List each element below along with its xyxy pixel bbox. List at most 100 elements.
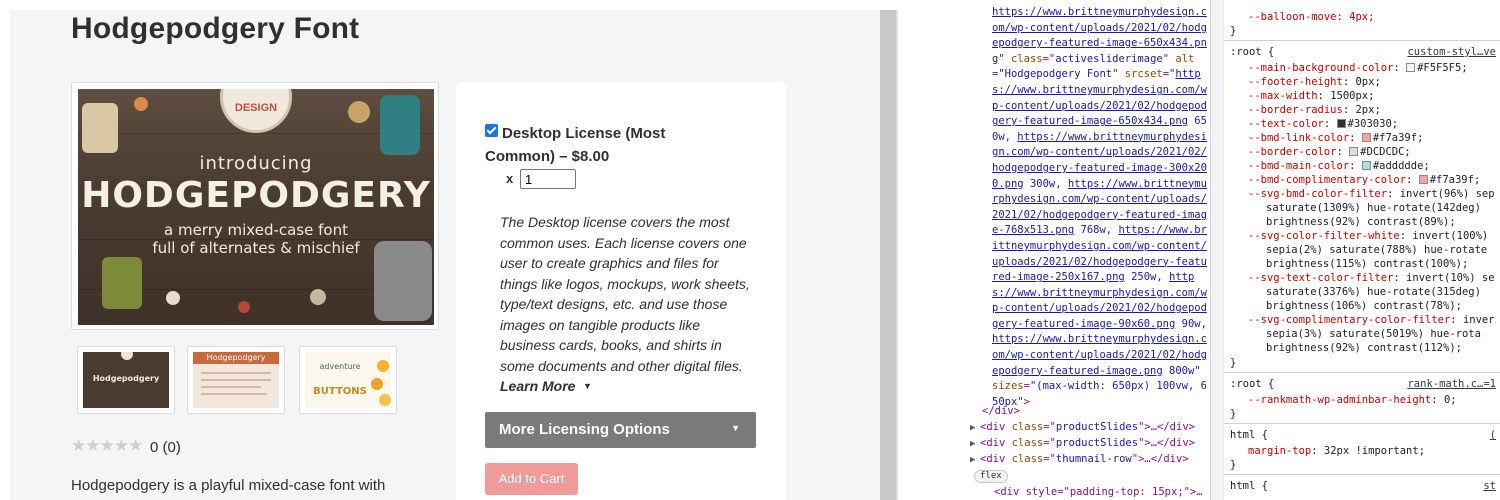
- css-prop-svg-bmd-color-filter[interactable]: --svg-bmd-color-filter: invert(96%) sep: [1248, 187, 1495, 201]
- css-value-line: sepia(3%) saturate(5019%) hue-rota: [1266, 328, 1481, 340]
- css-prop-max-width[interactable]: --max-width: 1500px;: [1248, 89, 1374, 103]
- thumbnail-2[interactable]: Hodgepodgery: [187, 346, 285, 414]
- image-tagline-2: full of alternates & mischief: [152, 239, 360, 257]
- button-decoration: [348, 101, 370, 123]
- license-panel: Desktop License (Most Common) – $8.00 x …: [456, 82, 786, 500]
- button-decoration: [166, 291, 180, 305]
- color-swatch-icon[interactable]: [1336, 119, 1346, 128]
- css-value-line: sepia(2%) saturate(788%) hue-rotate: [1266, 244, 1488, 256]
- thumbnail-3-subtext: BUTTONS: [313, 386, 367, 397]
- css-prop-border-radius[interactable]: --border-radius: 2px;: [1248, 103, 1381, 117]
- webpage-viewport: Hodgepodgery Font DESIGN introducing HOD…: [0, 0, 898, 500]
- image-headline-font-name: HODGEPODGERY: [81, 175, 431, 216]
- page-scrollbar[interactable]: [880, 10, 896, 500]
- srcset-attr-name: srcset: [1124, 68, 1163, 81]
- css-value-line: brightness(92%) contrast(112%);: [1266, 342, 1462, 354]
- css-value-line: saturate(3376%) hue-rotate(315deg): [1266, 286, 1481, 298]
- more-licensing-options-dropdown[interactable]: More Licensing Options ▼: [485, 412, 756, 448]
- devtools-pane-divider[interactable]: [1210, 0, 1224, 500]
- css-prop-footer-height[interactable]: --footer-height: 0px;: [1248, 75, 1381, 89]
- stylesheet-source-link[interactable]: (: [1490, 428, 1496, 442]
- devtools-panel: https://www.brittneymurphydesign.com/wp-…: [898, 0, 1500, 500]
- main-product-image[interactable]: DESIGN introducing HODGEPODGERY a merry …: [78, 89, 434, 325]
- css-prop-border-color[interactable]: --border-color: #DCDCDC;: [1248, 145, 1411, 159]
- rating-stars[interactable]: ★★★★★: [71, 436, 143, 456]
- thumbnail-3[interactable]: adventure BUTTONS: [299, 346, 397, 414]
- css-prop-bmd-link-color[interactable]: --bmd-link-color: #f7a39f;: [1248, 131, 1423, 145]
- alt-attr-value[interactable]: Hodgepodgery Font: [1005, 68, 1112, 80]
- balloon-move-prop[interactable]: --balloon-move: 4px;: [1248, 10, 1374, 24]
- img-element-node[interactable]: https://www.brittneymurphydesign.com/wp-…: [992, 5, 1208, 410]
- quantity-prefix: x: [506, 171, 514, 186]
- dom-node-thumbnail-row[interactable]: ▶ <div class="thumnail-row">…</div>: [970, 452, 1189, 469]
- css-value-line: brightness(115%) contrast(100%);: [1266, 258, 1469, 270]
- flex-badge[interactable]: flex: [974, 470, 1008, 483]
- rule-close-brace: }: [1230, 408, 1237, 420]
- button-decoration: [238, 301, 250, 313]
- css-prop-main-background-color[interactable]: --main-background-color: #F5F5F5;: [1248, 61, 1468, 75]
- rule-close-brace: }: [1230, 25, 1237, 37]
- css-prop-svg-complimentary-color-filter[interactable]: --svg-complimentary-color-filter: inver: [1248, 313, 1495, 327]
- class-attr-name: class: [1010, 52, 1043, 65]
- expand-triangle-icon[interactable]: ▶: [970, 421, 980, 437]
- color-swatch-icon[interactable]: [1361, 161, 1371, 170]
- spool-decoration: [102, 257, 142, 309]
- image-headline-intro: introducing: [199, 153, 313, 174]
- dom-node-padding-div[interactable]: <div style="padding-top: 15px;">…: [994, 486, 1203, 498]
- caret-down-icon[interactable]: ▼: [583, 381, 592, 391]
- css-prop-bmd-complimentary-color[interactable]: --bmd-complimentary-color: #f7a39f;: [1248, 173, 1480, 187]
- brand-logo-badge: DESIGN: [220, 89, 292, 133]
- thumbnail-1[interactable]: Hodgepodgery: [77, 346, 175, 414]
- css-prop-rankmath-adminbar-height[interactable]: --rankmath-wp-adminbar-height: 0;: [1248, 393, 1457, 407]
- rating-count: 0 (0): [150, 439, 181, 456]
- color-swatch-icon[interactable]: [1418, 175, 1428, 184]
- product-description: Hodgepodgery is a playful mixed-case fon…: [71, 477, 386, 494]
- sizes-attr-name: sizes: [992, 380, 1024, 393]
- rule-separator: [1224, 40, 1500, 41]
- stylesheet-source-link[interactable]: rank-math.c…=1: [1407, 377, 1496, 391]
- thumbnail-2-text: Hodgepodgery: [206, 353, 266, 362]
- color-swatch-icon[interactable]: [1361, 133, 1371, 142]
- color-swatch-icon[interactable]: [1406, 63, 1416, 72]
- learn-more-link[interactable]: Learn More: [500, 378, 575, 394]
- desktop-license-label[interactable]: Desktop License (Most Common) – $8.00: [485, 122, 695, 168]
- css-value-line: saturate(1309%) hue-rotate(142deg): [1266, 202, 1481, 214]
- styles-pane[interactable]: --balloon-move: 4px; } :root { custom-st…: [1224, 0, 1500, 500]
- rule-separator: [1224, 372, 1500, 373]
- image-tagline-1: a merry mixed-case font: [164, 221, 348, 239]
- expand-triangle-icon[interactable]: ▶: [970, 453, 980, 469]
- class-attr-value[interactable]: activesliderimage: [1055, 53, 1162, 65]
- root-selector[interactable]: :root {: [1230, 45, 1274, 59]
- css-prop-margin-top[interactable]: margin-top: 32px !important;: [1248, 444, 1425, 458]
- brand-logo-text: DESIGN: [234, 102, 278, 114]
- html-selector-2[interactable]: html {: [1230, 479, 1268, 493]
- srcset-width-3: 768w,: [1080, 224, 1113, 237]
- stylesheet-source-link[interactable]: st: [1483, 479, 1496, 493]
- expand-triangle-icon[interactable]: ▶: [970, 437, 980, 453]
- main-product-image-frame[interactable]: DESIGN introducing HODGEPODGERY a merry …: [71, 82, 439, 330]
- add-to-cart-button[interactable]: Add to Cart: [485, 463, 578, 495]
- dom-node-productslides-2[interactable]: ▶ <div class="productSlides">…</div>: [970, 436, 1195, 453]
- color-swatch-icon[interactable]: [1349, 147, 1359, 156]
- rankmath-root-selector[interactable]: :root {: [1230, 377, 1274, 391]
- closing-div-tag[interactable]: </div>: [982, 404, 1020, 420]
- more-licensing-options-label: More Licensing Options: [499, 421, 670, 438]
- srcset-width-4: 250w,: [1131, 271, 1163, 284]
- stylesheet-source-link[interactable]: custom-styl…ve: [1407, 45, 1496, 59]
- srcset-width-6: 800w: [1169, 364, 1195, 377]
- dom-node-productslides-1[interactable]: ▶ <div class="productSlides">…</div>: [970, 420, 1195, 437]
- elements-tree[interactable]: https://www.brittneymurphydesign.com/wp-…: [898, 0, 1210, 500]
- css-prop-text-color[interactable]: --text-color: #303030;: [1248, 117, 1398, 131]
- css-value-line: brightness(92%) contrast(89%);: [1266, 216, 1456, 228]
- html-selector[interactable]: html {: [1230, 428, 1268, 442]
- css-prop-svg-text-color-filter[interactable]: --svg-text-color-filter: invert(10%) se: [1248, 271, 1495, 285]
- button-decoration: [310, 289, 326, 305]
- css-prop-bmd-main-color[interactable]: --bmd-main-color: #addddde;: [1248, 159, 1430, 173]
- srcset-width-2: 300w,: [1029, 177, 1062, 190]
- thumbnail-3-text: adventure: [319, 362, 361, 371]
- css-prop-svg-color-filter-white[interactable]: --svg-color-filter-white: invert(100%): [1248, 229, 1488, 243]
- srcset-width-5: 90w,: [1181, 317, 1207, 330]
- quantity-input[interactable]: [520, 169, 576, 189]
- product-page: Hodgepodgery Font DESIGN introducing HOD…: [10, 10, 880, 500]
- page-gutter: [0, 0, 10, 500]
